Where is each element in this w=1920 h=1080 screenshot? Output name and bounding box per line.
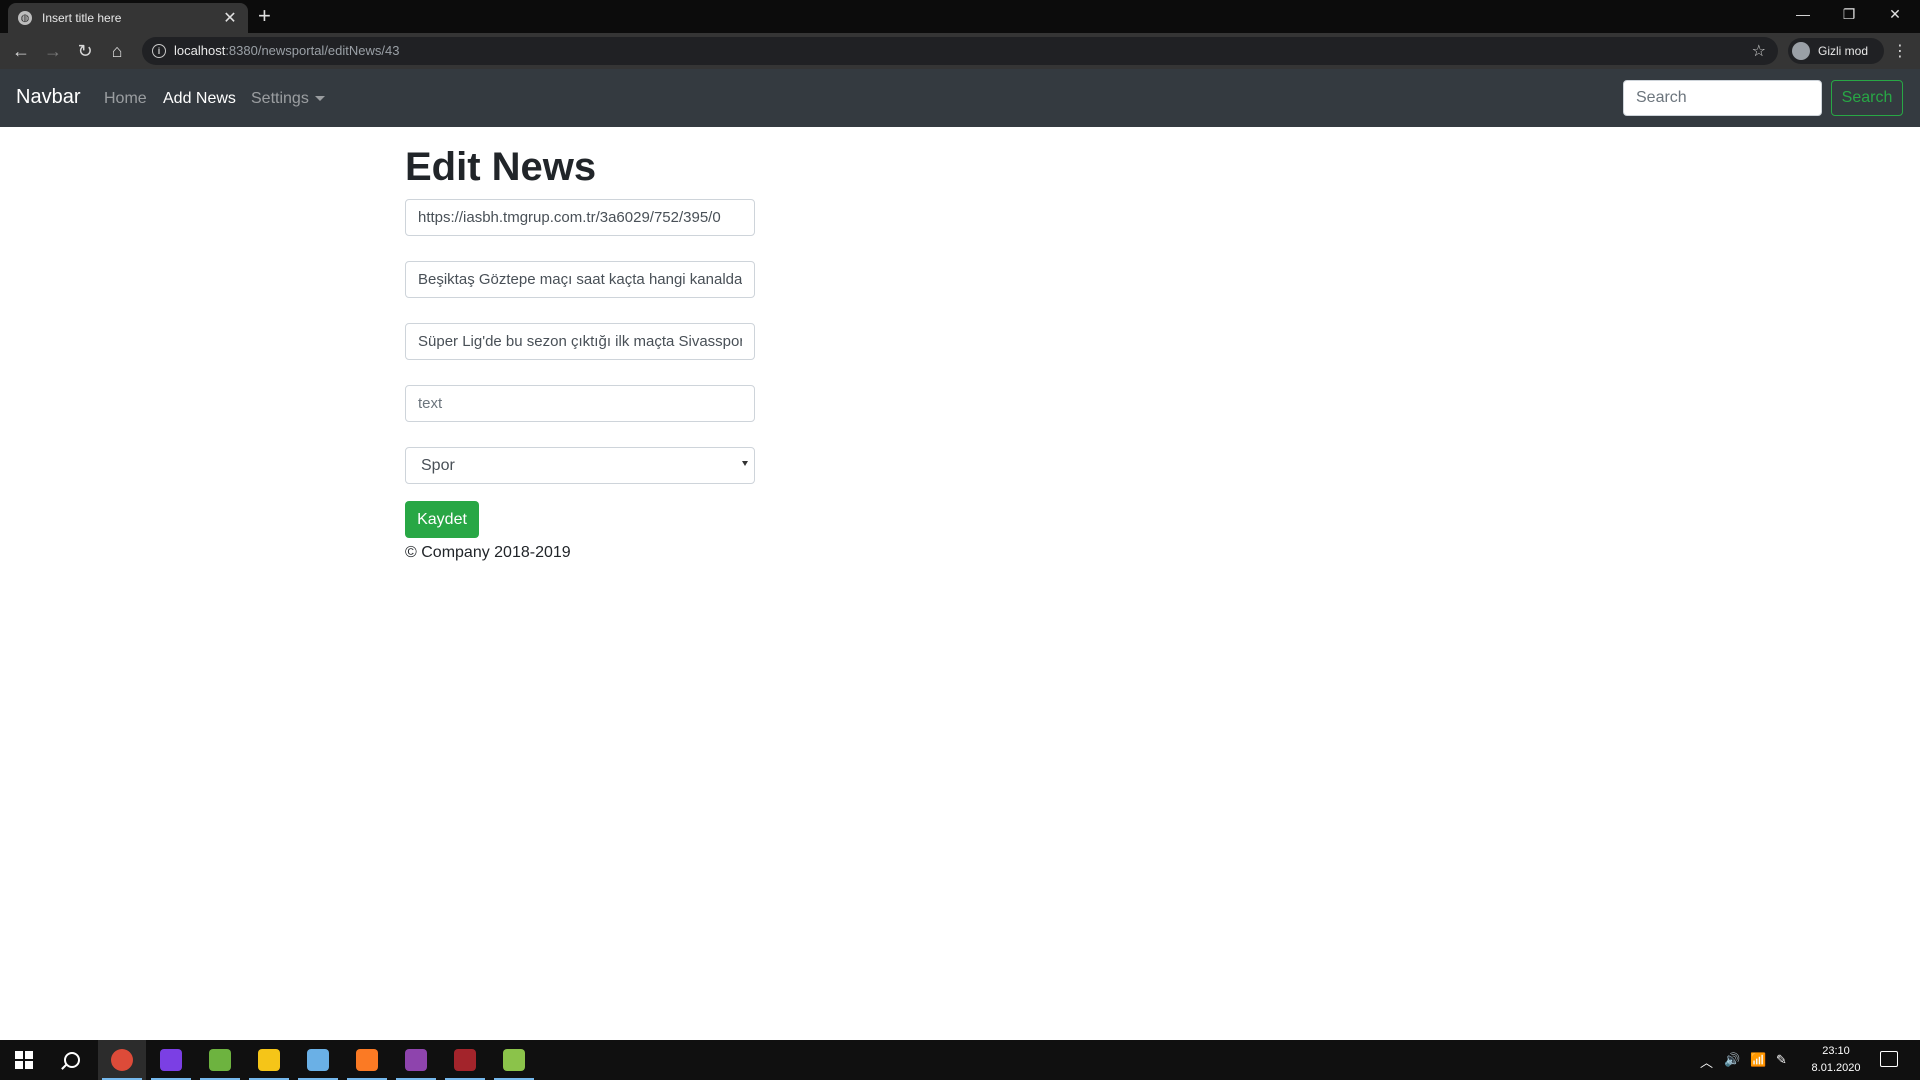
navbar-search-button[interactable]: Search [1831,80,1903,116]
taskbar-app-notepad[interactable] [294,1040,342,1080]
nav-dropdown-settings[interactable]: Settings [251,90,325,108]
close-window-icon[interactable]: ✕ [1872,0,1918,28]
forward-icon[interactable]: → [42,40,64,62]
windows-logo-icon [15,1051,33,1069]
incognito-icon [1792,42,1810,60]
incognito-label: Gizli mod [1818,44,1869,58]
back-icon[interactable]: ← [10,40,32,62]
taskbar-app-chrome[interactable] [98,1040,146,1080]
page-title: Edit News [405,145,597,189]
taskbar-app-winrar[interactable] [441,1040,489,1080]
summary-field[interactable] [405,323,755,360]
windows-taskbar: ︿ 🔊 📶 ✎ 23:10 8.01.2020 [0,1040,1920,1080]
reload-icon[interactable]: ↻ [74,40,96,62]
bookmark-star-icon[interactable]: ☆ [1752,41,1766,61]
taskbar-clock[interactable]: 23:10 8.01.2020 [1808,1043,1864,1077]
nav-link-home[interactable]: Home [104,90,147,108]
taskbar-app-app-purple[interactable] [392,1040,440,1080]
url-host: localhost [174,43,226,58]
browser-toolbar: ← → ↻ ⌂ i localhost:8380/newsportal/edit… [0,33,1920,69]
taskbar-app-notepadpp[interactable] [490,1040,538,1080]
intellij-icon [160,1049,182,1071]
navbar-search-input[interactable] [1623,80,1822,116]
image-url-field[interactable] [405,199,755,236]
clock-date: 8.01.2020 [1811,1062,1861,1074]
xampp-icon [356,1049,378,1071]
incognito-badge[interactable]: Gizli mod [1788,38,1884,64]
category-selected-value: Spor [421,457,455,474]
browser-menu-icon[interactable]: ⋮ [1892,41,1908,61]
explorer-icon [258,1049,280,1071]
home-icon[interactable]: ⌂ [106,40,128,62]
minimize-icon[interactable]: — [1780,0,1826,28]
search-icon [64,1052,80,1068]
headline-field[interactable] [405,261,755,298]
chrome-icon [111,1049,133,1071]
globe-icon: ◍ [18,11,32,25]
browser-tab-bar: ◍ Insert title here ✕ + — ❐ ✕ [0,0,1920,33]
taskbar-app-intellij[interactable] [147,1040,195,1080]
site-navbar: Navbar Home Add News Settings Search [0,69,1920,127]
notepad-icon [307,1049,329,1071]
caret-down-icon [314,96,325,102]
clock-time: 23:10 [1822,1045,1850,1057]
tray-chevron-icon[interactable]: ︿ [1700,1052,1713,1071]
taskbar-app-xampp[interactable] [343,1040,391,1080]
notification-icon[interactable] [1880,1051,1898,1067]
url-path: :8380/newsportal/editNews/43 [225,43,400,58]
nav-link-add-news[interactable]: Add News [163,90,236,108]
footer-copyright: © Company 2018-2019 [405,544,571,561]
app-purple-icon [405,1049,427,1071]
info-icon[interactable]: i [152,44,166,58]
nav-settings-label: Settings [251,90,309,107]
taskbar-app-spring[interactable] [196,1040,244,1080]
category-select[interactable]: Spor [405,447,755,484]
taskbar-app-explorer[interactable] [245,1040,293,1080]
save-button[interactable]: Kaydet [405,501,479,538]
pen-icon[interactable]: ✎ [1776,1052,1787,1068]
url-text[interactable]: localhost:8380/newsportal/editNews/43 [174,43,399,58]
start-button[interactable] [0,1040,48,1080]
winrar-icon [454,1049,476,1071]
new-tab-icon[interactable]: + [258,5,271,27]
spring-icon [209,1049,231,1071]
dropdown-arrow-icon [742,461,748,466]
tab-title: Insert title here [42,11,122,25]
navbar-brand[interactable]: Navbar [16,86,80,109]
volume-icon[interactable]: 🔊 [1724,1052,1740,1068]
network-icon[interactable]: 📶 [1750,1052,1766,1068]
address-bar[interactable]: i localhost:8380/newsportal/editNews/43 … [142,37,1778,65]
taskbar-search-button[interactable] [48,1040,96,1080]
notepadpp-icon [503,1049,525,1071]
browser-tab[interactable]: ◍ Insert title here ✕ [8,3,248,33]
text-field[interactable] [405,385,755,422]
close-tab-icon[interactable]: ✕ [222,8,238,28]
restore-icon[interactable]: ❐ [1826,0,1872,28]
